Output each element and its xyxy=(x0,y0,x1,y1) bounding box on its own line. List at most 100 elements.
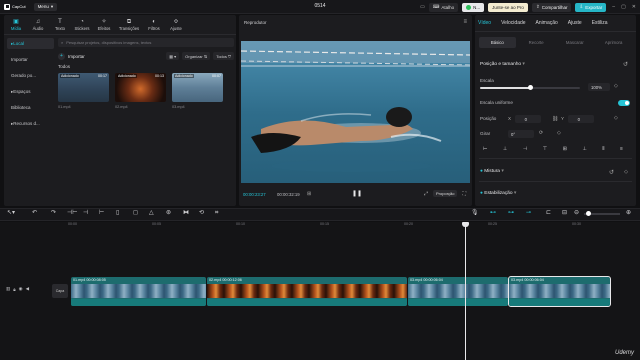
redo-icon[interactable]: ↷ xyxy=(51,209,56,217)
stabilize-section[interactable]: ● Estabilização ▾ xyxy=(480,191,516,196)
tab-effects[interactable]: ✧ Efeitos xyxy=(94,15,114,34)
props-tab[interactable]: Animação xyxy=(536,20,558,26)
ratio-button[interactable]: Proporção xyxy=(433,190,458,197)
checkbox-icon[interactable]: ● xyxy=(480,191,483,196)
playhead[interactable] xyxy=(465,222,466,360)
keyframe-icon[interactable]: ◇ xyxy=(624,169,628,175)
fullscreen-fit-icon[interactable]: ⤢ xyxy=(424,191,428,197)
minimize-icon[interactable]: – xyxy=(612,4,615,10)
select-tool-icon[interactable]: ↖▾ xyxy=(7,209,15,217)
undo-icon[interactable]: ↶ xyxy=(32,209,37,217)
close-icon[interactable]: ✕ xyxy=(632,4,636,10)
align-vcenter-icon[interactable]: ⊞ xyxy=(563,146,567,152)
auto-snap-icon[interactable]: ⊶ xyxy=(508,209,514,217)
pause-button[interactable]: ❚❚ xyxy=(352,190,362,197)
tab-filter[interactable]: ◐ Filtros xyxy=(144,15,164,34)
sidebar-item[interactable]: ▸ Local xyxy=(7,38,54,49)
freeze-icon[interactable]: △ xyxy=(149,209,154,217)
blend-section[interactable]: ● Mistura ▾ xyxy=(480,169,504,174)
timeline-clip[interactable]: 03.mp4 00:00:06:04 xyxy=(508,276,611,307)
tab-audio[interactable]: ♫ Áudio xyxy=(28,15,48,34)
export-button[interactable]: ⇩ Exportar xyxy=(575,2,607,12)
pos-y-field[interactable]: 0 xyxy=(568,115,594,123)
rotate-field[interactable]: 0° xyxy=(508,130,534,138)
mask-icon[interactable]: ◻ xyxy=(133,209,138,217)
user-menu[interactable]: N... xyxy=(462,2,485,12)
media-thumbnail[interactable]: Adicionado 00:07 03.mp4 xyxy=(172,73,223,109)
mirror-icon[interactable]: ⧓ xyxy=(183,209,189,217)
zoom-slider-knob[interactable] xyxy=(586,211,591,216)
video-preview[interactable] xyxy=(241,41,470,183)
props-tab[interactable]: Estiliza xyxy=(592,20,608,26)
sidebar-item[interactable]: ▸ Recursos d... xyxy=(7,118,54,129)
playhead-handle[interactable] xyxy=(462,222,469,227)
cover-button[interactable]: Capa xyxy=(52,284,68,298)
delete-icon[interactable]: ▯ xyxy=(116,209,119,217)
split-icon[interactable]: ⊣⊢ xyxy=(67,209,77,217)
join-pro-button[interactable]: Junte-se ao Pro xyxy=(488,2,528,12)
align-right-icon[interactable]: ⊣ xyxy=(523,146,527,152)
sidebar-item[interactable]: ▸ Espaços xyxy=(7,86,54,97)
sidebar-item[interactable]: Biblioteca xyxy=(7,102,54,113)
tab-sticker[interactable]: ◔ Stickers xyxy=(72,15,92,34)
link-icon[interactable]: ⛓ xyxy=(552,116,558,122)
props-tab[interactable]: Vídeo xyxy=(478,20,491,26)
props-subtab[interactable]: Mascarar xyxy=(557,37,594,48)
checkbox-icon[interactable]: ● xyxy=(480,169,483,174)
timeline-clip[interactable]: 03.mp4 00:00:06:04 xyxy=(408,277,508,306)
visibility-icon[interactable]: ◉ xyxy=(19,286,23,292)
microphone-icon[interactable]: 🎙︎ xyxy=(471,209,479,217)
reverse-icon[interactable]: ⊛ xyxy=(166,209,171,217)
align-left-icon[interactable]: ⊢ xyxy=(483,146,487,152)
zoom-out-icon[interactable]: ⊖ xyxy=(574,209,579,217)
crop-icon[interactable]: ⌗ xyxy=(215,209,218,217)
pos-x-field[interactable]: 0 xyxy=(515,115,541,123)
lock-icon[interactable]: ▥ xyxy=(6,286,10,292)
rotate-tool-icon[interactable]: ⟲ xyxy=(199,209,204,217)
caption-icon[interactable]: ⊟ xyxy=(562,209,567,217)
position-size-title[interactable]: Posição e tamanho ▾ xyxy=(480,62,525,67)
uniform-scale-toggle[interactable] xyxy=(618,100,630,106)
tab-adjust[interactable]: ≎ Ajuste xyxy=(166,15,186,34)
shortcuts-button[interactable]: ⌨ Atalho xyxy=(428,2,459,12)
keyframe-icon[interactable]: ◇ xyxy=(557,130,561,136)
split-left-icon[interactable]: ⊣ xyxy=(83,209,88,217)
reset-icon[interactable]: ↺ xyxy=(609,169,614,176)
zoom-in-icon[interactable]: ⊕ xyxy=(626,209,631,217)
maximize-icon[interactable]: ▢ xyxy=(621,4,626,10)
menu-button[interactable]: Menu ▾ xyxy=(33,2,58,11)
split-right-icon[interactable]: ⊢ xyxy=(99,209,104,217)
sidebar-item[interactable]: Gerado po... xyxy=(7,70,54,81)
distribute-v-icon[interactable]: ≡ xyxy=(620,146,623,152)
timeline-clip[interactable]: 01.mp4 00:00:08:05 xyxy=(71,277,206,306)
mute-icon[interactable]: ◀︎ xyxy=(26,286,29,292)
timecode-icon[interactable]: ⊞ xyxy=(307,191,311,197)
props-tab[interactable]: Velocidade xyxy=(501,20,525,26)
timeline-ruler[interactable]: 00:00 00:05 00:10 00:15 00:20 00:25 00:30 xyxy=(68,222,640,230)
props-subtab[interactable]: Aprimora xyxy=(595,37,632,48)
reset-icon[interactable]: ↺ xyxy=(623,61,628,68)
props-subtab[interactable]: Recorte xyxy=(518,37,555,48)
sort-button[interactable]: Organizar ⇅ xyxy=(182,52,211,60)
scale-slider-knob[interactable] xyxy=(527,85,533,90)
lock-track-icon[interactable]: 🔒︎ xyxy=(13,287,15,292)
align-top-icon[interactable]: ⊤ xyxy=(543,146,547,152)
align-hcenter-icon[interactable]: ⊥ xyxy=(503,146,507,152)
share-button[interactable]: ⇪ Compartilhar xyxy=(531,2,572,12)
scale-slider[interactable] xyxy=(480,85,580,90)
tab-text[interactable]: T Texto xyxy=(50,15,70,34)
media-thumbnail[interactable]: Adicionado 00:17 01.mp4 xyxy=(58,73,109,109)
distribute-h-icon[interactable]: ⫴ xyxy=(602,146,604,152)
keyframe-icon[interactable]: ◇ xyxy=(614,115,618,121)
view-toggle-button[interactable]: ▦ ▾ xyxy=(166,52,180,60)
scale-field[interactable]: 100% xyxy=(588,83,610,91)
tab-media[interactable]: ▣ Mídia xyxy=(6,15,26,34)
props-subtab[interactable]: Básico xyxy=(479,37,516,48)
preview-axis-icon[interactable]: ⊏ xyxy=(546,209,551,217)
media-thumbnail[interactable]: Adicionado 00:13 02.mp4 xyxy=(115,73,166,109)
main-track-magnet-icon[interactable]: ⊷ xyxy=(490,209,496,217)
import-button[interactable]: + Importar xyxy=(58,52,85,60)
keyframe-icon[interactable]: ◇ xyxy=(614,83,618,89)
more-icon[interactable]: ≡ xyxy=(463,19,467,25)
align-bottom-icon[interactable]: ⊥ xyxy=(582,146,586,152)
